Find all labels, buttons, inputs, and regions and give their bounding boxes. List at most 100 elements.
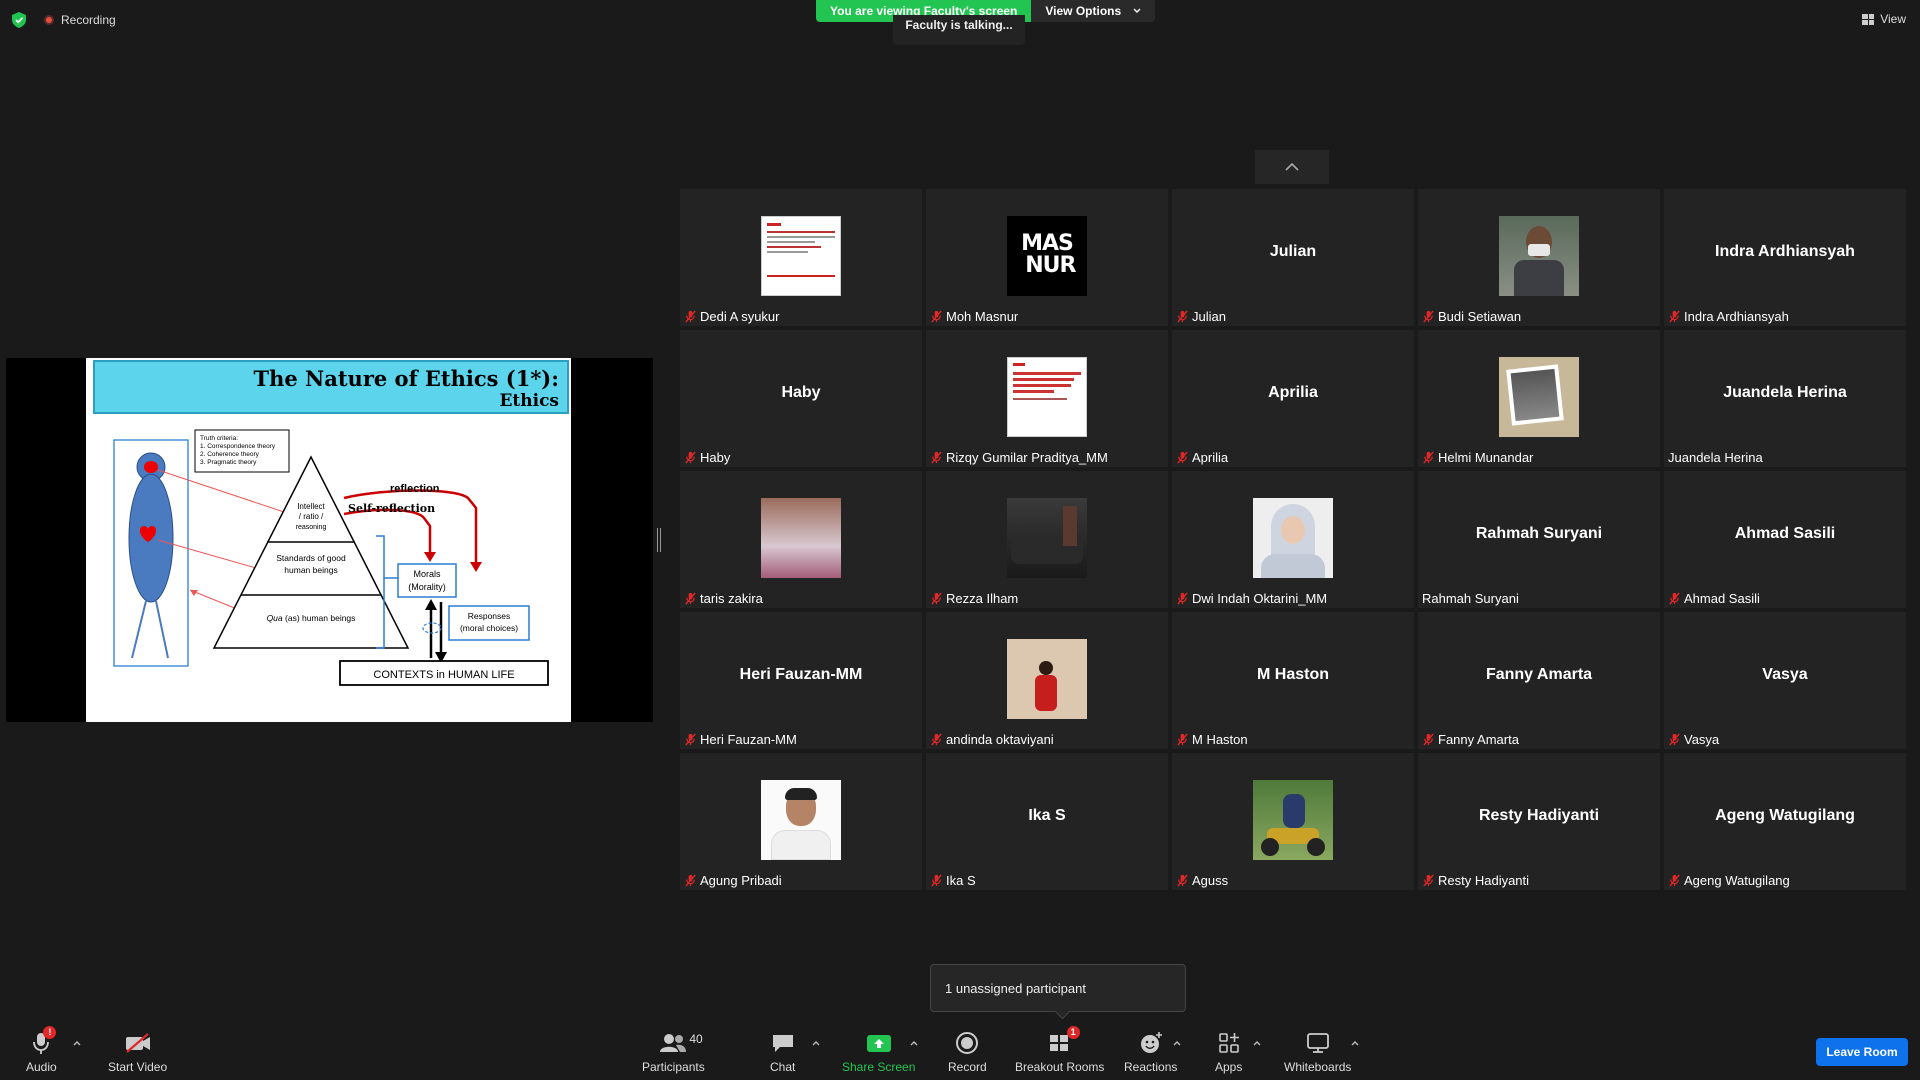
- participant-name: Fanny Amarta: [1438, 732, 1519, 747]
- participant-tile[interactable]: Rizqy Gumilar Praditya_MM: [926, 330, 1168, 467]
- participant-tile[interactable]: M Haston M Haston: [1172, 612, 1414, 749]
- morals-label-2: (Morality): [408, 582, 446, 592]
- view-options-label: View Options: [1045, 4, 1122, 18]
- shield-icon[interactable]: [12, 12, 26, 28]
- muted-mic-icon: [1177, 451, 1188, 464]
- participant-name-label: Resty Hadiyanti: [1422, 873, 1529, 888]
- participant-display-name: Vasya: [1762, 665, 1808, 683]
- audio-button[interactable]: ! Audio: [26, 1026, 57, 1074]
- audio-options-caret-icon[interactable]: [72, 1038, 82, 1048]
- participant-name-label: Indra Ardhiansyah: [1668, 309, 1789, 324]
- participant-tile[interactable]: Haby Haby: [680, 330, 922, 467]
- participant-tile[interactable]: Ika S Ika S: [926, 753, 1168, 890]
- participant-tile[interactable]: Heri Fauzan-MM Heri Fauzan-MM: [680, 612, 922, 749]
- share-screen-button[interactable]: Share Screen: [842, 1030, 915, 1074]
- whiteboards-label: Whiteboards: [1284, 1060, 1352, 1074]
- breakout-rooms-button[interactable]: 1 Breakout Rooms: [1015, 1026, 1105, 1074]
- participant-tile[interactable]: Ageng Watugilang Ageng Watugilang: [1664, 753, 1906, 890]
- breakout-rooms-label: Breakout Rooms: [1015, 1060, 1105, 1074]
- shared-screen[interactable]: The Nature of Ethics (1*): Ethics Truth …: [6, 358, 653, 722]
- muted-mic-icon: [1177, 310, 1188, 323]
- whiteboard-icon: [1306, 1033, 1329, 1053]
- participant-name-label: Aprilia: [1176, 450, 1228, 465]
- muted-mic-icon: [1669, 592, 1680, 605]
- participant-name-label: Dedi A syukur: [684, 309, 780, 324]
- participant-tile[interactable]: Helmi Munandar: [1418, 330, 1660, 467]
- muted-mic-icon: [685, 451, 696, 464]
- participant-tile[interactable]: Ahmad Sasili Ahmad Sasili: [1664, 471, 1906, 608]
- participant-name-label: Rahmah Suryani: [1422, 591, 1519, 606]
- chat-options-caret-icon[interactable]: [811, 1038, 821, 1048]
- start-video-label: Start Video: [108, 1060, 168, 1074]
- truth-criteria-1: 1. Correspondence theory: [200, 443, 276, 450]
- participant-tile[interactable]: taris zakira: [680, 471, 922, 608]
- split-view-divider[interactable]: [657, 528, 661, 552]
- participant-tile[interactable]: Budi Setiawan: [1418, 189, 1660, 326]
- view-button[interactable]: View: [1862, 12, 1906, 26]
- participant-tile[interactable]: Juandela Herina Juandela Herina: [1664, 330, 1906, 467]
- start-video-button[interactable]: Start Video: [108, 1030, 167, 1074]
- participant-name-label: Juandela Herina: [1668, 450, 1763, 465]
- participant-tile[interactable]: Indra Ardhiansyah Indra Ardhiansyah: [1664, 189, 1906, 326]
- participant-display-name: Indra Ardhiansyah: [1715, 242, 1855, 260]
- participant-display-name: Ageng Watugilang: [1715, 806, 1855, 824]
- reactions-options-caret-icon[interactable]: [1172, 1038, 1182, 1048]
- participants-button[interactable]: 40 Participants: [642, 1030, 705, 1074]
- participant-tile[interactable]: Aprilia Aprilia: [1172, 330, 1414, 467]
- participant-avatar: [761, 216, 841, 296]
- participant-tile[interactable]: Dedi A syukur: [680, 189, 922, 326]
- participant-name: M Haston: [1192, 732, 1248, 747]
- participant-name-label: M Haston: [1176, 732, 1248, 747]
- participant-name: andinda oktaviyani: [946, 732, 1054, 747]
- participant-tile[interactable]: Vasya Vasya: [1664, 612, 1906, 749]
- share-options-caret-icon[interactable]: [909, 1038, 919, 1048]
- participant-name-label: Agung Pribadi: [684, 873, 782, 888]
- participant-tile[interactable]: Rahmah Suryani Rahmah Suryani: [1418, 471, 1660, 608]
- recording-indicator[interactable]: Recording: [44, 13, 116, 27]
- muted-mic-icon: [931, 592, 942, 605]
- participant-tile[interactable]: Rezza Ilham: [926, 471, 1168, 608]
- participant-tile[interactable]: andinda oktaviyani: [926, 612, 1168, 749]
- chat-label: Chat: [770, 1060, 796, 1074]
- muted-mic-icon: [931, 733, 942, 746]
- record-button[interactable]: Record: [948, 1030, 987, 1074]
- view-options-button[interactable]: View Options: [1031, 0, 1156, 22]
- whiteboards-button[interactable]: Whiteboards: [1284, 1030, 1351, 1074]
- view-label: View: [1880, 12, 1906, 26]
- muted-mic-icon: [1177, 592, 1188, 605]
- chat-button[interactable]: Chat: [770, 1030, 795, 1074]
- apps-button[interactable]: Apps: [1215, 1030, 1242, 1074]
- leave-room-button[interactable]: Leave Room: [1816, 1038, 1908, 1066]
- whiteboards-options-caret-icon[interactable]: [1350, 1038, 1360, 1048]
- participant-name: Ageng Watugilang: [1684, 873, 1790, 888]
- participant-tile[interactable]: Agung Pribadi: [680, 753, 922, 890]
- participant-tile[interactable]: Julian Julian: [1172, 189, 1414, 326]
- participant-name-label: Rizqy Gumilar Praditya_MM: [930, 450, 1108, 465]
- apps-label: Apps: [1215, 1060, 1243, 1074]
- participant-tile[interactable]: Resty Hadiyanti Resty Hadiyanti: [1418, 753, 1660, 890]
- gallery-page-up-button[interactable]: [1255, 150, 1329, 184]
- participant-display-name: Ika S: [1028, 806, 1066, 824]
- participant-name: Ahmad Sasili: [1684, 591, 1760, 606]
- participant-name: Rizqy Gumilar Praditya_MM: [946, 450, 1108, 465]
- participant-display-name: Juandela Herina: [1723, 383, 1847, 401]
- participant-tile[interactable]: Fanny Amarta Fanny Amarta: [1418, 612, 1660, 749]
- participant-tile[interactable]: MAS NUR Moh Masnur: [926, 189, 1168, 326]
- participant-avatar: [761, 498, 841, 578]
- morals-label-1: Morals: [413, 569, 441, 579]
- chevron-down-icon: [1133, 8, 1141, 13]
- muted-mic-icon: [1423, 733, 1434, 746]
- participant-tile[interactable]: Aguss: [1172, 753, 1414, 890]
- reactions-button[interactable]: Reactions: [1124, 1030, 1177, 1074]
- apps-options-caret-icon[interactable]: [1252, 1038, 1262, 1048]
- participant-name: Juandela Herina: [1668, 450, 1763, 465]
- presentation-slide: The Nature of Ethics (1*): Ethics Truth …: [86, 358, 571, 722]
- chat-icon: [772, 1035, 793, 1052]
- participant-display-name: Fanny Amarta: [1485, 665, 1593, 683]
- participant-display-name: Heri Fauzan-MM: [739, 665, 863, 683]
- participant-tile[interactable]: Dwi Indah Oktarini_MM: [1172, 471, 1414, 608]
- participant-name: Dwi Indah Oktarini_MM: [1192, 591, 1328, 606]
- participant-name-label: Moh Masnur: [930, 309, 1018, 324]
- muted-mic-icon: [931, 874, 942, 887]
- reflection-arrowhead: [470, 562, 482, 572]
